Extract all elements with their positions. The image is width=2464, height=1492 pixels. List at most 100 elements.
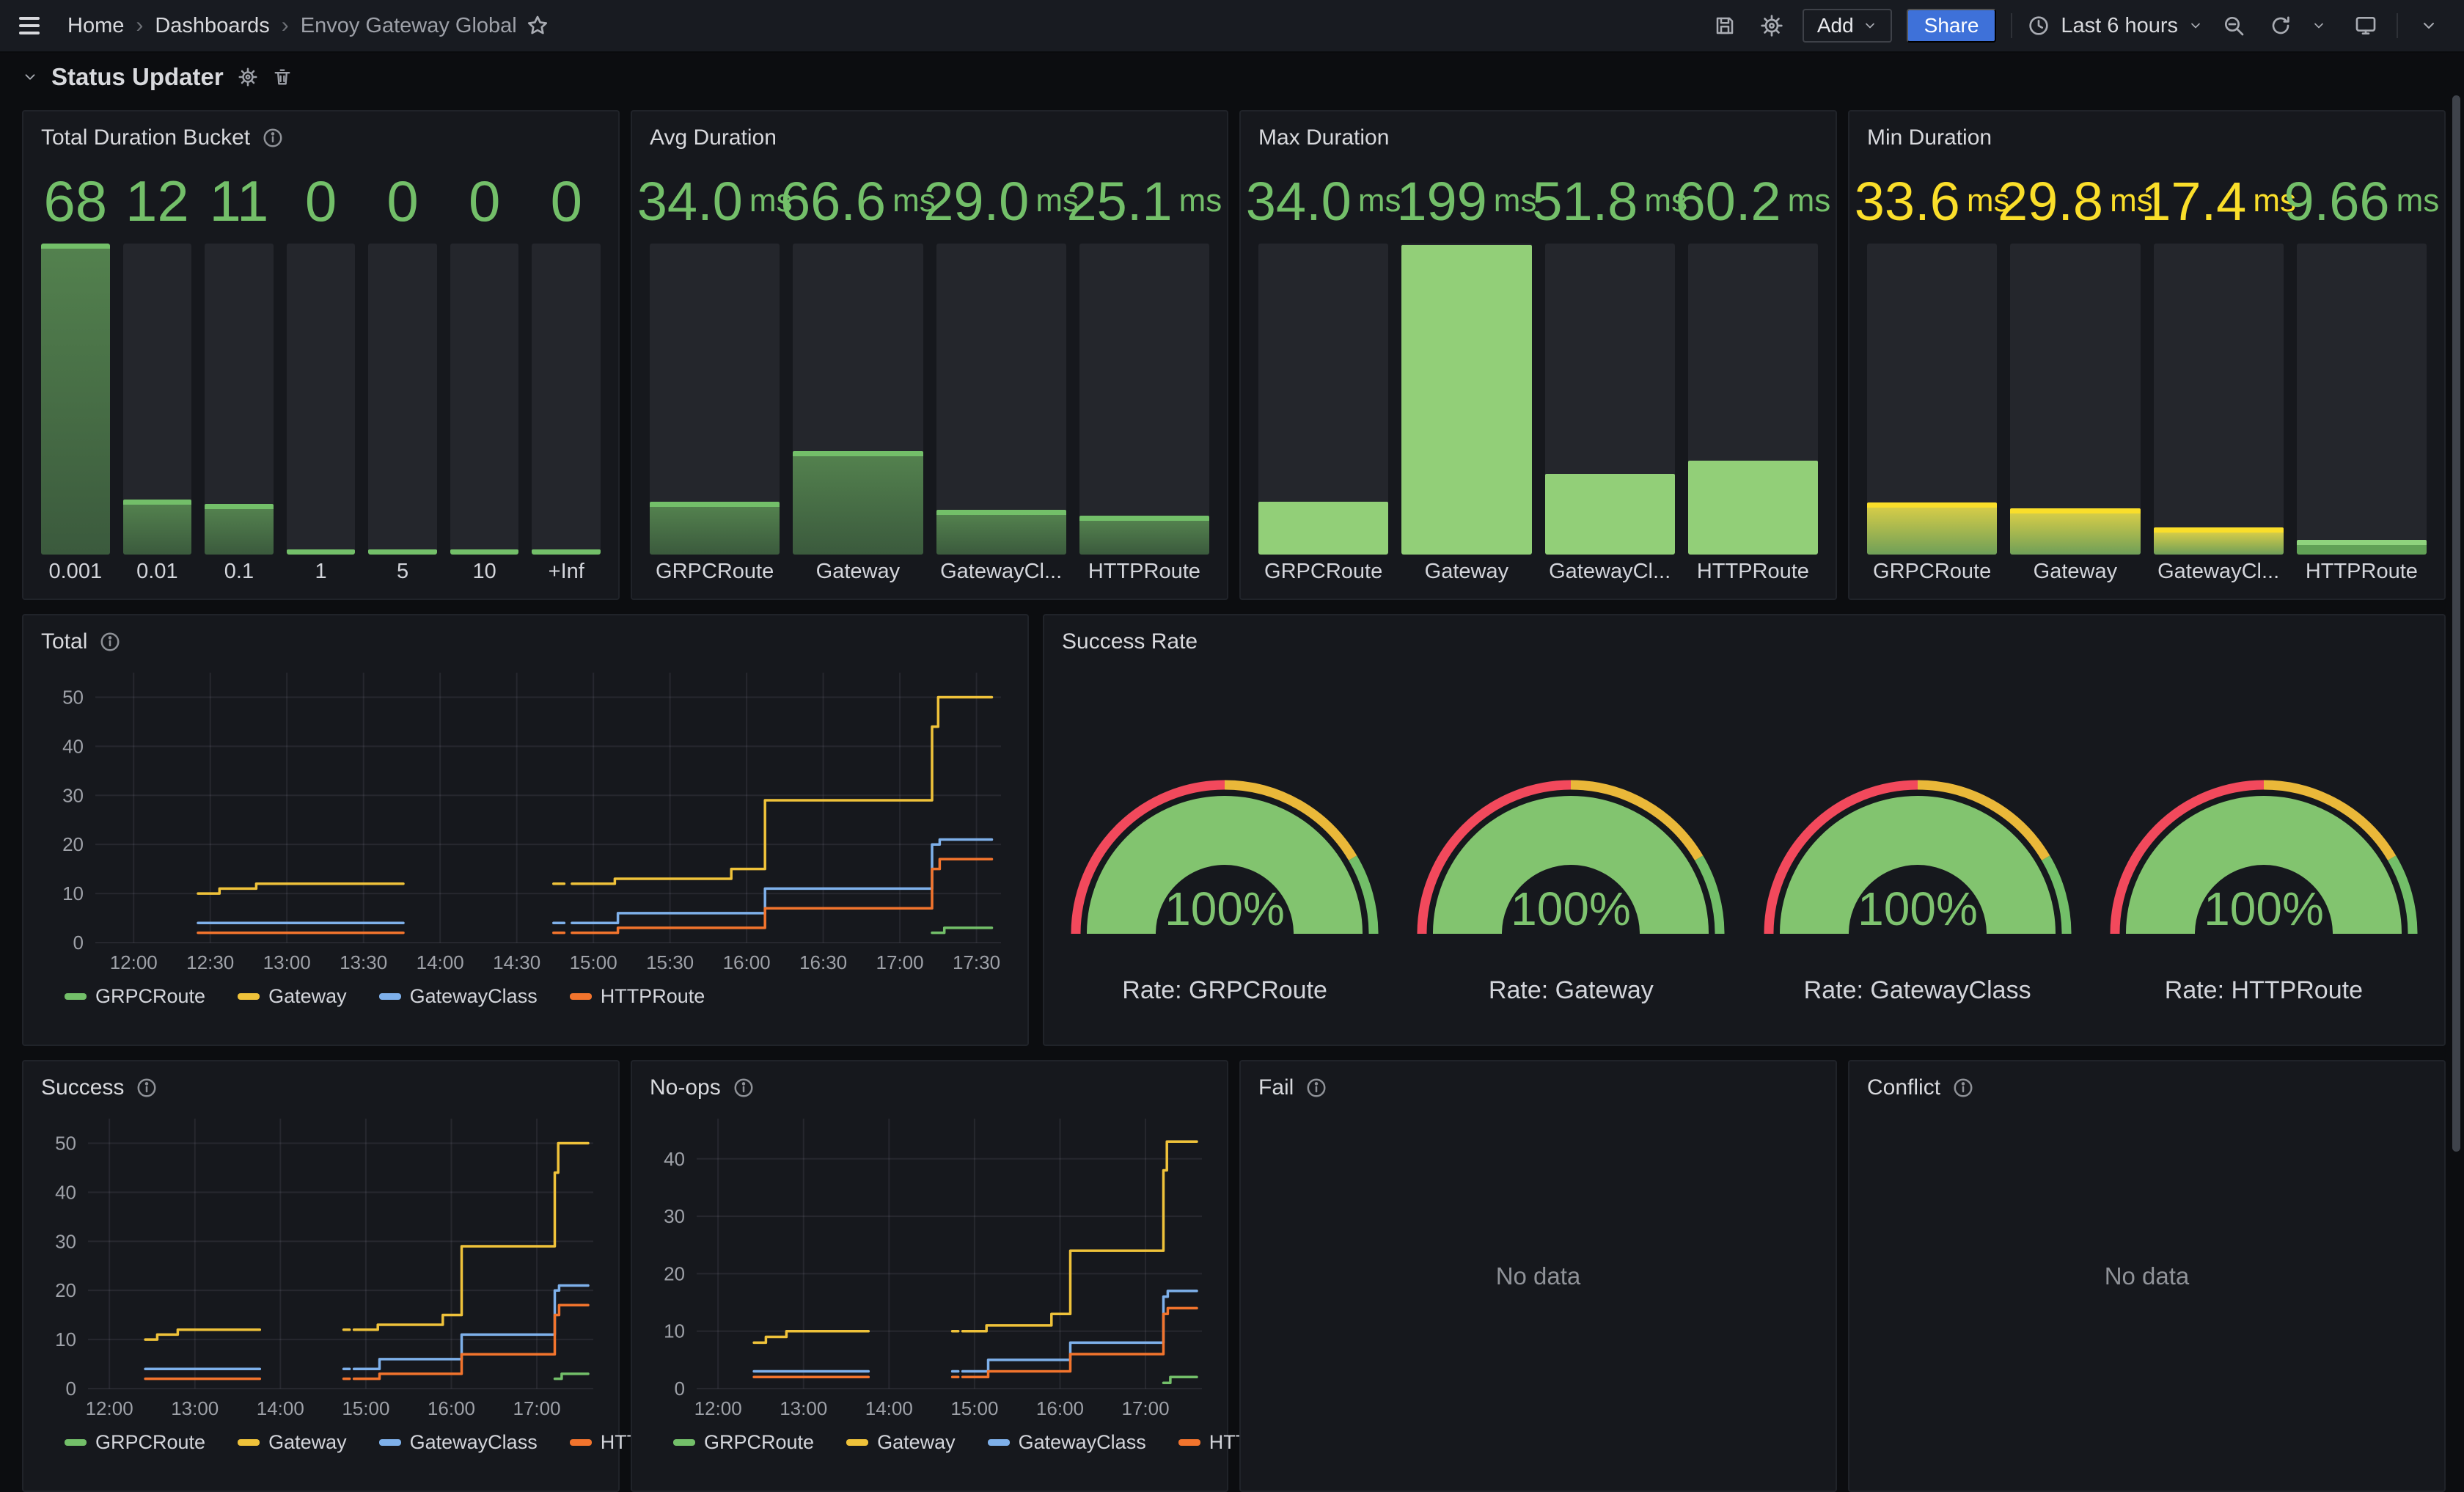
breadcrumb-current: Envoy Gateway Global [301, 14, 517, 38]
legend-item-GatewayClass[interactable]: GatewayClass [379, 985, 538, 1008]
bar-gauge-bar[interactable]: 33.6msGRPCRoute [1867, 158, 1997, 588]
x-axis-tick: 15:00 [570, 951, 617, 973]
bar-gauge-bar[interactable]: 010 [450, 158, 519, 588]
bar-gauge-bar[interactable]: 34.0msGRPCRoute [1258, 158, 1388, 588]
bar-gauge-bar[interactable]: 199msGateway [1401, 158, 1531, 588]
legend-label: GatewayClass [410, 1431, 538, 1454]
menu-toggle-icon[interactable] [19, 10, 51, 42]
legend-label: GRPCRoute [95, 1431, 205, 1454]
bar-gauge-bar[interactable]: 9.66msHTTPRoute [2297, 158, 2427, 588]
row-delete-trash-icon[interactable] [272, 67, 293, 87]
panel-title[interactable]: Min Duration [1867, 125, 1992, 150]
legend-item-Gateway[interactable]: Gateway [238, 985, 347, 1008]
info-icon[interactable] [99, 631, 121, 653]
bar-gauge-bar[interactable]: 29.0msGatewayCl... [936, 158, 1066, 588]
save-dashboard-icon[interactable] [1709, 10, 1741, 42]
add-button[interactable]: Add [1803, 9, 1892, 43]
panel-title[interactable]: Success Rate [1062, 629, 1198, 654]
row-settings-gear-icon[interactable] [237, 66, 259, 88]
bar-gauge-track [1867, 244, 1997, 555]
breadcrumb-home[interactable]: Home [67, 14, 124, 38]
x-axis-tick: 16:30 [799, 951, 847, 973]
bar-gauge-track [287, 244, 356, 555]
zoom-out-icon[interactable] [2218, 10, 2250, 42]
bar-gauge-bar[interactable]: 17.4msGatewayCl... [2154, 158, 2284, 588]
legend-item-GRPCRoute[interactable]: GRPCRoute [65, 1431, 205, 1454]
share-button[interactable]: Share [1907, 9, 1997, 43]
bar-gauge-bar[interactable]: 05 [368, 158, 437, 588]
x-axis-tick: 14:00 [257, 1397, 304, 1419]
grid: 0102030405012:0013:0014:0015:0016:0017:0… [55, 1119, 593, 1419]
y-axis-tick: 10 [664, 1320, 685, 1342]
legend-item-Gateway[interactable]: Gateway [846, 1431, 956, 1454]
bar-gauge-fill [123, 500, 192, 555]
x-axis-tick: 17:30 [953, 951, 1000, 973]
time-series-plot[interactable]: 01020304012:0013:0014:0015:0016:0017:00 [650, 1104, 1212, 1424]
y-axis-tick: 30 [62, 784, 84, 806]
panel-title[interactable]: Success [41, 1075, 124, 1100]
refresh-icon[interactable] [2265, 10, 2297, 42]
time-series-plot[interactable]: 0102030405012:0013:0014:0015:0016:0017:0… [41, 1104, 604, 1424]
bar-gauge-label: 10 [450, 555, 519, 588]
panel-title[interactable]: Total [41, 629, 87, 654]
series-line-GRPCRoute [1164, 1377, 1198, 1383]
legend-label: GatewayClass [1019, 1431, 1146, 1454]
tv-kiosk-mode-icon[interactable] [2350, 10, 2382, 42]
bar-gauge-bar[interactable]: 60.2msHTTPRoute [1688, 158, 1818, 588]
dashboard-settings-gear-icon[interactable] [1756, 10, 1788, 42]
bar-gauge-bar[interactable]: 110.1 [205, 158, 274, 588]
legend-item-GatewayClass[interactable]: GatewayClass [379, 1431, 538, 1454]
bar-gauge-fill [2010, 508, 2140, 555]
bar-gauge-bar[interactable]: 0+Inf [532, 158, 601, 588]
bar-gauge-value: 9.66ms [2297, 158, 2427, 244]
panel-title[interactable]: Total Duration Bucket [41, 125, 250, 150]
y-axis-tick: 10 [62, 882, 84, 904]
info-icon[interactable] [733, 1077, 755, 1099]
favorite-star-icon[interactable] [521, 10, 554, 42]
bar-gauge-bar[interactable]: 680.001 [41, 158, 110, 588]
bar-gauge-bar[interactable]: 25.1msHTTPRoute [1079, 158, 1209, 588]
time-series-plot[interactable]: 0102030405012:0012:3013:0013:3014:0014:3… [41, 658, 1013, 978]
bar-gauge-value: 0 [532, 158, 601, 244]
y-axis-tick: 20 [55, 1279, 76, 1301]
bar-gauge-value: 12 [123, 158, 192, 244]
bar-gauge-bar[interactable]: 120.01 [123, 158, 192, 588]
legend-swatch [238, 993, 260, 1000]
bar-gauge-fill [650, 502, 780, 555]
bar-gauge-bar[interactable]: 29.8msGateway [2010, 158, 2140, 588]
chevron-down-icon [1863, 18, 1877, 33]
chart-legend: GRPCRoute Gateway GatewayClass HTTPRoute [23, 978, 1027, 1008]
page-scrollbar-thumb[interactable] [2452, 95, 2460, 1152]
row-collapse-chevron-icon[interactable] [22, 69, 38, 85]
bar-gauge-fill [1867, 502, 1997, 555]
legend-item-GRPCRoute[interactable]: GRPCRoute [673, 1431, 814, 1454]
bar-gauge-bar[interactable]: 34.0msGRPCRoute [650, 158, 780, 588]
legend-swatch [1178, 1439, 1200, 1446]
bar-gauge-bar[interactable]: 01 [287, 158, 356, 588]
panel-title[interactable]: Avg Duration [650, 125, 777, 150]
toolbar-collapse-chevron-icon[interactable] [2413, 10, 2445, 42]
x-axis-tick: 17:00 [513, 1397, 561, 1419]
legend-item-GatewayClass[interactable]: GatewayClass [988, 1431, 1146, 1454]
bar-gauge-bar[interactable]: 51.8msGatewayCl... [1545, 158, 1675, 588]
info-icon[interactable] [136, 1077, 158, 1099]
bar-gauge-value: 11 [205, 158, 274, 244]
legend-item-HTTPRoute[interactable]: HTTPRoute [570, 985, 705, 1008]
panel-title[interactable]: Max Duration [1258, 125, 1389, 150]
info-icon[interactable] [262, 127, 284, 149]
panel-title[interactable]: No-ops [650, 1075, 721, 1100]
y-axis-tick: 50 [62, 686, 84, 708]
breadcrumb-dashboards[interactable]: Dashboards [155, 14, 269, 38]
bar-gauge-label: GRPCRoute [650, 555, 780, 588]
bar-gauge-bar[interactable]: 66.6msGateway [793, 158, 923, 588]
grid: 0102030405012:0012:3013:0013:3014:0014:3… [62, 673, 1001, 973]
row-title[interactable]: Status Updater [51, 63, 224, 91]
time-range-picker[interactable]: Last 6 hours [2027, 14, 2203, 38]
refresh-interval-chevron-icon[interactable] [2303, 10, 2335, 42]
legend-item-GRPCRoute[interactable]: GRPCRoute [65, 985, 205, 1008]
legend-label: GatewayClass [410, 985, 538, 1008]
panel-avg-duration: Avg Duration 34.0msGRPCRoute66.6msGatewa… [631, 110, 1228, 600]
legend-item-Gateway[interactable]: Gateway [238, 1431, 347, 1454]
bar-gauge-track [936, 244, 1066, 555]
bar-gauge-track [123, 244, 192, 555]
